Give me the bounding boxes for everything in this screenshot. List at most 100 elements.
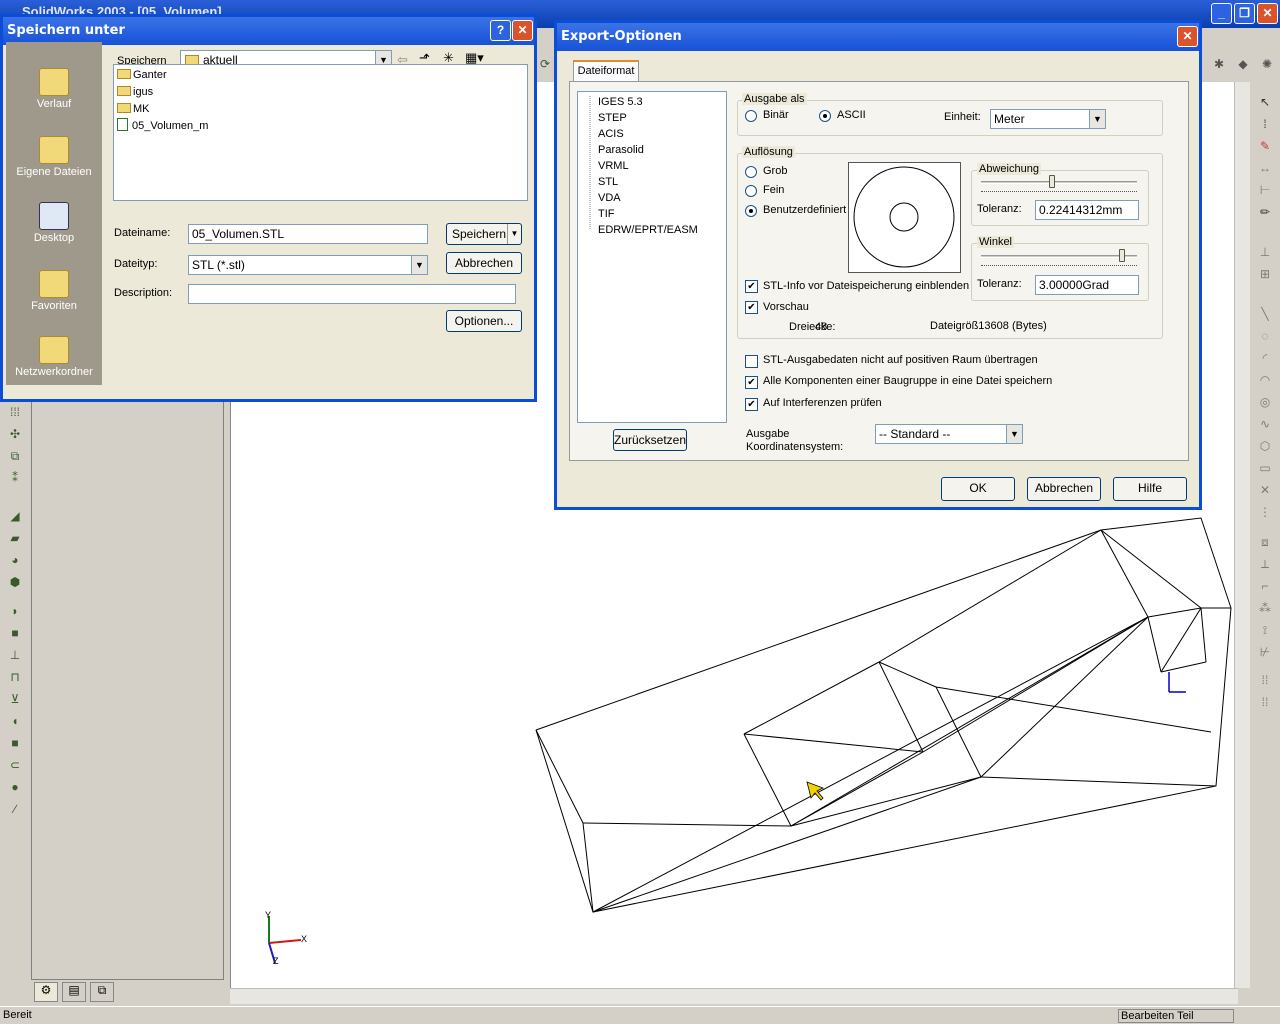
reset-button[interactable]: Zurücksetzen bbox=[613, 429, 687, 451]
deform-icon[interactable]: ∕ bbox=[6, 801, 24, 817]
extend-icon[interactable]: ⌐ bbox=[1256, 578, 1274, 594]
sketch-icon[interactable]: ✎ bbox=[1256, 138, 1274, 154]
place-desktop[interactable]: Desktop bbox=[6, 202, 102, 244]
chevron-down-icon[interactable]: ▼ bbox=[1089, 110, 1105, 128]
format-item-tif[interactable]: TIF bbox=[578, 206, 615, 222]
revolve-icon[interactable]: ◕ bbox=[6, 552, 24, 568]
cut-icon[interactable]: ■ bbox=[6, 735, 24, 751]
chevron-down-icon[interactable]: ▼ bbox=[1006, 425, 1022, 443]
radio-coarse[interactable] bbox=[745, 166, 757, 178]
format-tree[interactable]: IGES 5.3 STEP ACIS Parasolid VRML STL VD… bbox=[577, 91, 727, 423]
tab-file-format[interactable]: Dateiformat bbox=[573, 60, 639, 82]
components-checkbox[interactable]: ✔ bbox=[745, 376, 758, 389]
minimize-icon[interactable]: _ bbox=[1211, 3, 1232, 24]
positive-space-checkbox[interactable] bbox=[745, 355, 758, 368]
list-item[interactable]: igus bbox=[117, 84, 153, 101]
format-item-edrw[interactable]: EDRW/EPRT/EASM bbox=[578, 222, 698, 238]
polygon-icon[interactable]: ⬡ bbox=[1256, 438, 1274, 454]
help-icon[interactable]: ? bbox=[490, 20, 511, 41]
view-settings-icon[interactable]: ✱ bbox=[1210, 56, 1228, 72]
close-icon[interactable]: ✕ bbox=[1177, 26, 1198, 47]
loft-icon[interactable]: ⬢ bbox=[6, 574, 24, 590]
interference-checkbox[interactable]: ✔ bbox=[745, 398, 758, 411]
place-my-documents[interactable]: Eigene Dateien bbox=[6, 136, 102, 178]
format-item-vda[interactable]: VDA bbox=[578, 190, 621, 206]
feature-manager-panel[interactable] bbox=[31, 398, 224, 980]
radio-fine[interactable] bbox=[745, 185, 757, 197]
viewport-vertical-scrollbar[interactable] bbox=[1234, 82, 1250, 988]
format-item-iges[interactable]: IGES 5.3 bbox=[578, 94, 643, 110]
format-item-parasolid[interactable]: Parasolid bbox=[578, 142, 644, 158]
sketch-fillet-icon[interactable]: ⊬ bbox=[1256, 644, 1274, 660]
display-options-icon[interactable]: ✺ bbox=[1258, 56, 1276, 72]
text-icon[interactable]: ⋮ bbox=[1256, 504, 1274, 520]
centerline-icon[interactable]: ╲ bbox=[1256, 306, 1274, 322]
angle-slider[interactable] bbox=[1119, 249, 1125, 262]
select-icon[interactable]: ↖ bbox=[1256, 94, 1274, 110]
property-manager-tab-icon[interactable]: ▤ bbox=[62, 982, 86, 1002]
save-button[interactable]: Speichern ▼ bbox=[446, 223, 522, 245]
shell-icon[interactable]: ⊻ bbox=[6, 691, 24, 707]
tangent-arc-icon[interactable]: ◠ bbox=[1256, 372, 1274, 388]
description-field[interactable] bbox=[188, 284, 516, 304]
list-item[interactable]: MK bbox=[117, 101, 150, 118]
pattern-icon[interactable]: ⁞⁞⁞ bbox=[6, 404, 24, 420]
chevron-down-icon[interactable]: ▼ bbox=[507, 224, 521, 244]
wrap-icon[interactable]: ⊂ bbox=[6, 757, 24, 773]
radio-binary[interactable] bbox=[745, 110, 757, 122]
chevron-down-icon[interactable]: ▼ bbox=[411, 256, 427, 274]
construction-icon[interactable]: ✕ bbox=[1256, 482, 1274, 498]
feature-tree-tab-icon[interactable]: ⚙ bbox=[34, 982, 58, 1002]
rotate-icon[interactable]: ⟳ bbox=[536, 56, 554, 72]
circular-pattern-icon[interactable]: ✣ bbox=[6, 426, 24, 442]
list-item[interactable]: 05_Volumen_m bbox=[117, 118, 208, 135]
radio-custom[interactable] bbox=[745, 205, 757, 217]
place-favorites[interactable]: Favoriten bbox=[6, 270, 102, 312]
chamfer-icon[interactable]: ■ bbox=[6, 625, 24, 641]
trim-icon[interactable]: ⟂ bbox=[1256, 556, 1274, 572]
configuration-manager-tab-icon[interactable]: ⧉ bbox=[90, 982, 114, 1002]
format-item-acis[interactable]: ACIS bbox=[578, 126, 624, 142]
format-item-step[interactable]: STEP bbox=[578, 110, 627, 126]
cancel-button[interactable]: Abbrechen bbox=[446, 252, 522, 274]
unit-dropdown[interactable]: Meter ▼ bbox=[990, 109, 1106, 129]
rectangle-icon[interactable]: ⊞ bbox=[1256, 266, 1274, 282]
relation-icon[interactable]: ⊢ bbox=[1256, 182, 1274, 198]
place-network[interactable]: Netzwerkordner bbox=[6, 336, 102, 378]
fillet-icon[interactable]: ◗ bbox=[6, 603, 24, 619]
angle-tolerance-field[interactable]: 3.00000Grad bbox=[1035, 275, 1139, 295]
line-icon[interactable]: ⊥ bbox=[1256, 244, 1274, 260]
filename-field[interactable]: 05_Volumen.STL bbox=[188, 224, 428, 244]
format-item-vrml[interactable]: VRML bbox=[578, 158, 629, 174]
arc-icon[interactable]: ◜ bbox=[1256, 350, 1274, 366]
close-icon[interactable]: ✕ bbox=[512, 20, 533, 41]
mirror-sketch-icon[interactable]: ⁂ bbox=[1256, 600, 1274, 616]
circle-icon[interactable]: ◌ bbox=[1256, 328, 1274, 344]
filetype-dropdown[interactable]: STL (*.stl) ▼ bbox=[188, 255, 428, 275]
grid-icon[interactable]: ⁞ bbox=[1256, 116, 1274, 132]
cancel-button[interactable]: Abbrechen bbox=[1027, 477, 1101, 501]
extrude-icon[interactable]: ◢ bbox=[6, 508, 24, 524]
slot-icon[interactable]: ▭ bbox=[1256, 460, 1274, 476]
deviation-tolerance-field[interactable]: 0.22414312mm bbox=[1035, 200, 1139, 220]
restore-icon[interactable]: ❐ bbox=[1234, 3, 1255, 24]
place-history[interactable]: Verlauf bbox=[6, 68, 102, 110]
draft-icon[interactable]: ⊓ bbox=[6, 669, 24, 685]
ok-button[interactable]: OK bbox=[941, 477, 1015, 501]
dimension-icon[interactable]: ↔ bbox=[1256, 160, 1274, 176]
file-list[interactable]: Ganter igus MK 05_Volumen_m bbox=[113, 64, 528, 201]
format-item-stl[interactable]: STL bbox=[578, 174, 618, 190]
preview-checkbox[interactable]: ✔ bbox=[745, 301, 758, 314]
viewport-horizontal-scrollbar[interactable] bbox=[230, 988, 1238, 1004]
offset-icon[interactable]: ⧈ bbox=[1256, 534, 1274, 550]
mirror-feature-icon[interactable]: ⁑ bbox=[6, 470, 24, 486]
edit-sketch-icon[interactable]: ✏ bbox=[1256, 204, 1274, 220]
coord-system-dropdown[interactable]: -- Standard -- ▼ bbox=[875, 424, 1023, 444]
list-item[interactable]: Ganter bbox=[117, 67, 167, 84]
dome-icon[interactable]: ● bbox=[6, 779, 24, 795]
circular-sketch-pattern-icon[interactable]: ⁞⁞ bbox=[1256, 694, 1274, 710]
mirror-icon[interactable]: ⧉ bbox=[6, 448, 24, 464]
point-icon[interactable]: ◎ bbox=[1256, 394, 1274, 410]
spline-icon[interactable]: ∿ bbox=[1256, 416, 1274, 432]
linear-pattern-icon[interactable]: ⁞⁞ bbox=[1256, 672, 1274, 688]
